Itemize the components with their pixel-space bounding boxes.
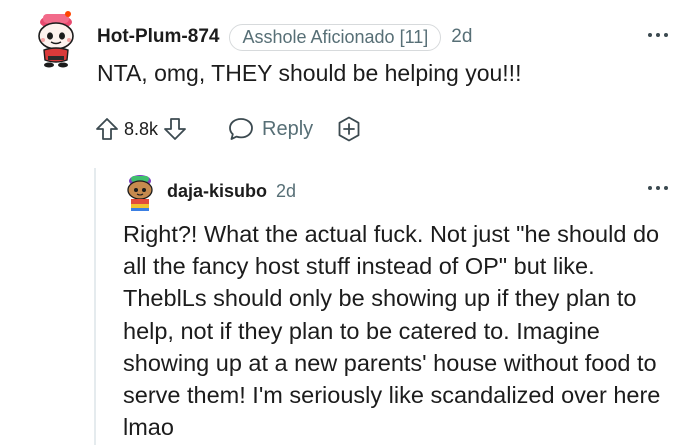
reply-button[interactable]: Reply (228, 117, 313, 141)
vote-score: 8.8k (124, 118, 159, 139)
reply-label: Reply (262, 117, 314, 140)
comment-timestamp[interactable]: 2d (451, 26, 472, 48)
reply-comment-body: Right?! What the actual fuck. Not just "… (123, 221, 661, 441)
comment-thread: Hot-Plum-874 Asshole Aficionado [11] 2d … (0, 0, 700, 445)
more-options-icon[interactable] (648, 33, 668, 37)
username-link[interactable]: daja-kisubo (167, 181, 267, 202)
snoo-avatar-icon[interactable] (30, 10, 82, 68)
upvote-icon[interactable] (94, 116, 120, 142)
comment-body: NTA, omg, THEY should be helping you!!! (97, 60, 522, 86)
comment-meta: Hot-Plum-874 Asshole Aficionado [11] 2d (97, 22, 472, 52)
user-flair: Asshole Aficionado [11] (229, 23, 442, 51)
speech-bubble-icon (229, 118, 253, 140)
more-options-icon[interactable] (648, 186, 668, 190)
thread-line[interactable] (94, 168, 96, 445)
reply-comment-meta: daja-kisubo 2d (167, 177, 296, 205)
comment-action-bar: 8.8k Reply (94, 113, 363, 145)
snoo-avatar-icon[interactable] (122, 172, 158, 212)
username-link[interactable]: Hot-Plum-874 (97, 26, 219, 48)
downvote-icon[interactable] (162, 116, 188, 142)
award-icon[interactable] (335, 115, 363, 143)
comment-timestamp[interactable]: 2d (276, 181, 296, 202)
